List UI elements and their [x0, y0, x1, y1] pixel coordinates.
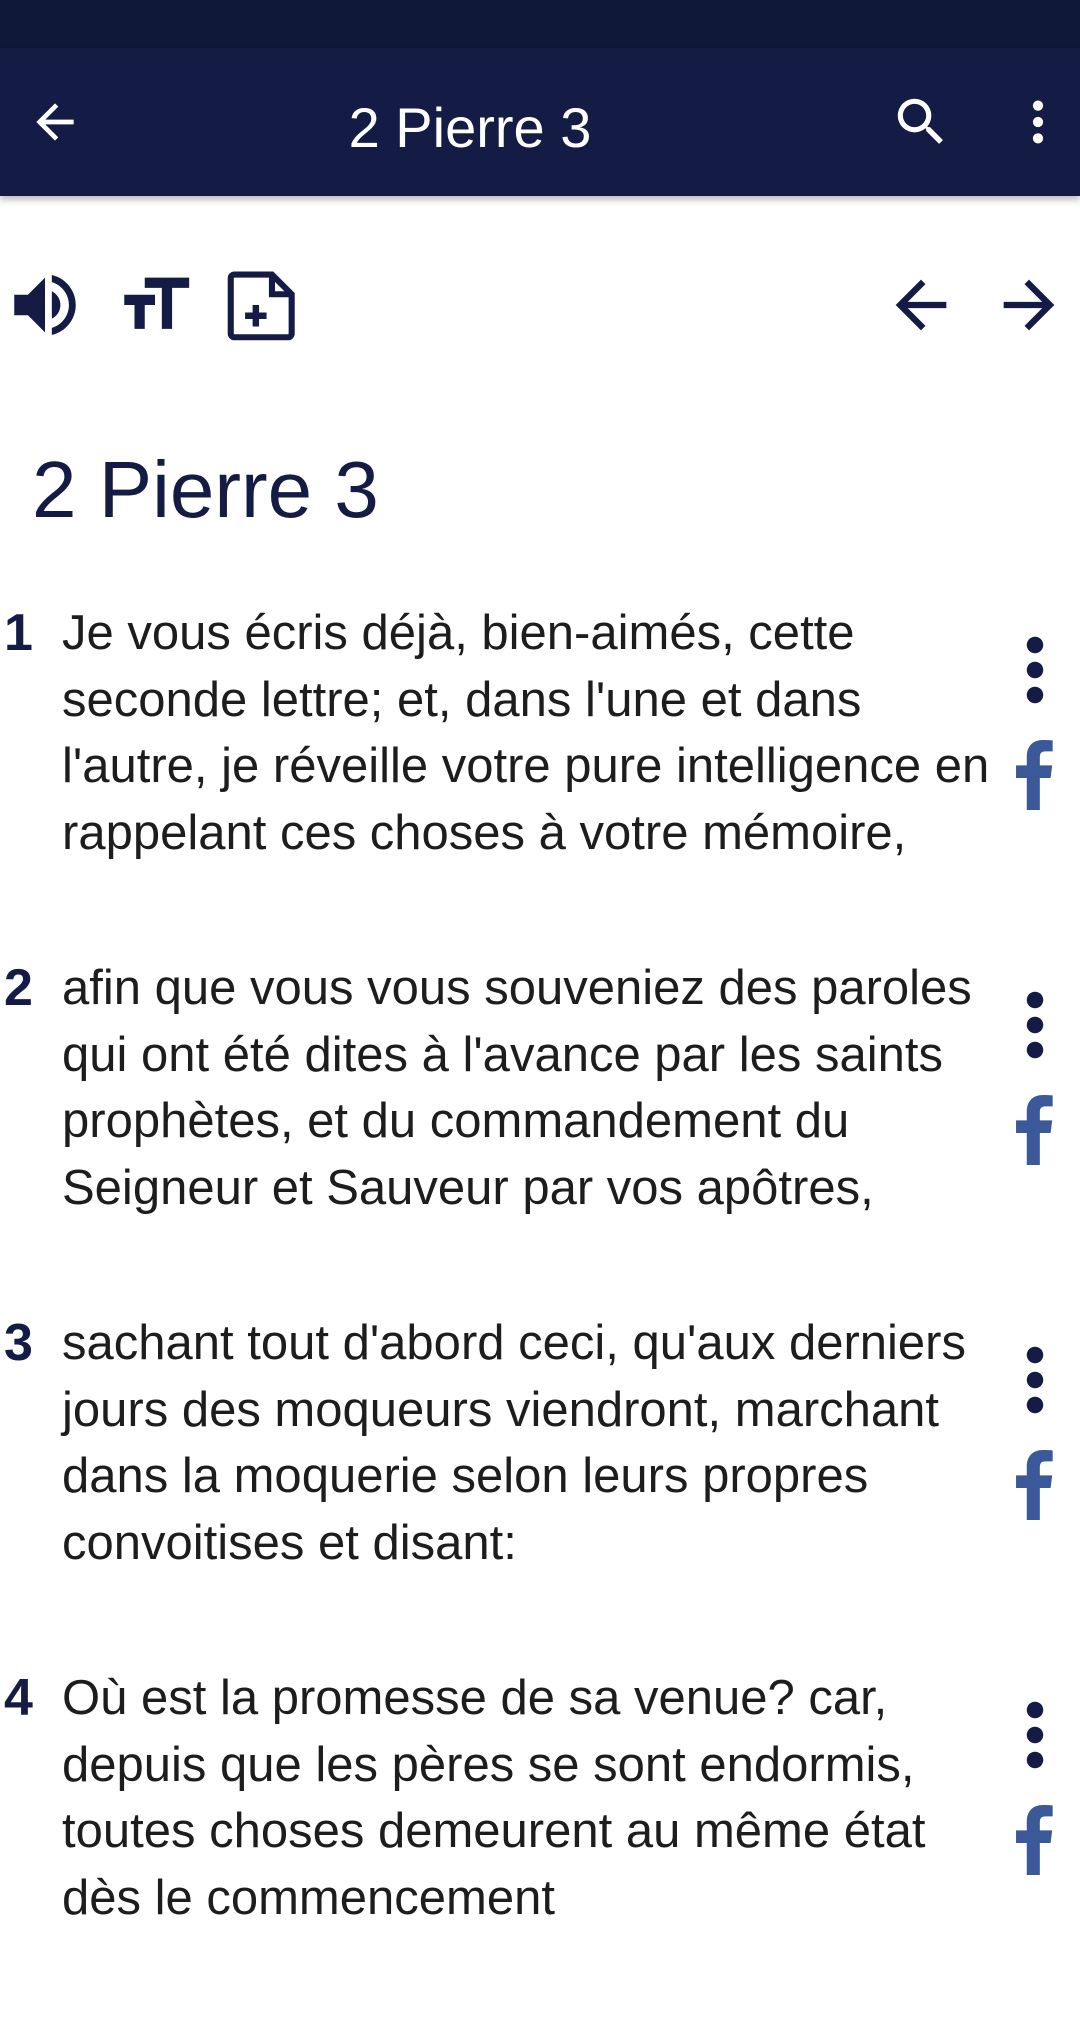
more-vertical-icon: [1026, 991, 1044, 1059]
facebook-share-button[interactable]: [1008, 1090, 1060, 1170]
overflow-menu-button[interactable]: [996, 48, 1080, 196]
text-size-icon: [124, 277, 190, 329]
facebook-icon: [1016, 1095, 1053, 1165]
verse-options-button[interactable]: [1010, 985, 1060, 1065]
verse-text: sachant tout d'abord ceci, qu'aux dernie…: [62, 1316, 966, 1570]
app-bar: 2 Pierre 3: [0, 48, 1080, 196]
verse-options-button[interactable]: [1010, 1695, 1060, 1775]
more-vertical-icon: [1026, 1701, 1044, 1769]
verse-options-button[interactable]: [1010, 1340, 1060, 1420]
facebook-share-button[interactable]: [1008, 1445, 1060, 1525]
verse-number: 3: [4, 1314, 33, 1372]
verse-number: 2: [4, 959, 33, 1017]
facebook-icon: [1016, 1450, 1053, 1520]
next-chapter-button[interactable]: [984, 255, 1074, 355]
facebook-share-button[interactable]: [1008, 1800, 1060, 1880]
previous-chapter-button[interactable]: [876, 255, 966, 355]
verse-number: 1: [4, 604, 33, 662]
verse-text: afin que vous vous souveniez des paroles…: [62, 961, 972, 1215]
more-vertical-icon: [1032, 100, 1044, 144]
verse-list: 1 Je vous écris déjà, bien-aimés, cette …: [0, 600, 1080, 2020]
facebook-icon: [1016, 740, 1053, 810]
facebook-icon: [1016, 1805, 1053, 1875]
search-button[interactable]: [866, 48, 976, 196]
verse-item[interactable]: 1 Je vous écris déjà, bien-aimés, cette …: [0, 600, 1080, 955]
reader-toolbar: [0, 255, 1080, 360]
add-note-icon: [227, 271, 295, 341]
arrow-left-icon: [36, 103, 74, 141]
verse-options-button[interactable]: [1010, 630, 1060, 710]
more-vertical-icon: [1026, 1346, 1044, 1414]
audio-button[interactable]: [0, 255, 90, 355]
app-title: 2 Pierre 3: [348, 95, 592, 159]
status-bar: [0, 0, 1080, 48]
chapter-title: 2 Pierre 3: [32, 445, 379, 534]
add-note-button[interactable]: [218, 255, 308, 355]
more-vertical-icon: [1026, 636, 1044, 704]
verse-item[interactable]: 3 sachant tout d'abord ceci, qu'aux dern…: [0, 1310, 1080, 1665]
verse-number: 4: [4, 1669, 33, 1727]
facebook-share-button[interactable]: [1008, 735, 1060, 815]
verse-item[interactable]: 2 afin que vous vous souveniez des parol…: [0, 955, 1080, 1310]
search-icon: [897, 98, 943, 144]
verse-item[interactable]: 4 Où est la promesse de sa venue? car, d…: [0, 1665, 1080, 2020]
speaker-icon: [14, 275, 76, 335]
text-size-button[interactable]: [110, 255, 200, 355]
arrow-left-icon: [895, 279, 947, 331]
verse-text: Où est la promesse de sa venue? car, dep…: [62, 1671, 926, 1925]
back-button[interactable]: [0, 48, 110, 196]
arrow-right-icon: [1003, 279, 1055, 331]
verse-text: Je vous écris déjà, bien-aimés, cette se…: [62, 606, 990, 860]
